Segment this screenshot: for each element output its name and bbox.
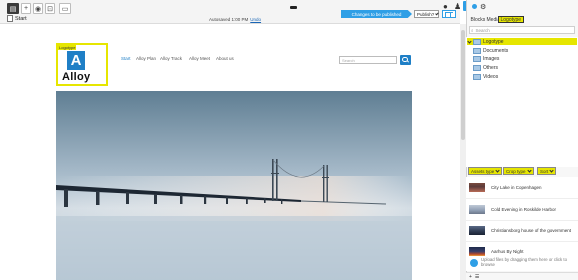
asset-label: Aarhus By Night — [491, 249, 524, 254]
asset-thumbnail — [469, 226, 485, 235]
undo-link[interactable]: Undo — [250, 17, 261, 22]
publish-button[interactable]: Publish? — [414, 10, 439, 18]
folder-icon — [473, 55, 481, 62]
logo-block[interactable]: Logotype A Alloy — [56, 43, 108, 86]
site-search-input[interactable]: Search — [339, 56, 397, 64]
tab-logotype[interactable]: Logotype — [498, 16, 524, 23]
asset-thumbnail — [469, 183, 485, 192]
drag-handle[interactable] — [290, 6, 297, 9]
publish-label: Publish? — [417, 11, 435, 17]
search-button[interactable] — [400, 55, 411, 65]
folder-icon — [473, 73, 481, 80]
cloud-upload-icon — [470, 259, 478, 267]
navigation-icon: ▤ — [9, 5, 17, 13]
filter-label: Crop type — [506, 168, 526, 174]
filter-label: Assets type — [471, 168, 495, 174]
tree-item-label: Videos — [483, 73, 499, 80]
gear-icon[interactable]: ⚙ — [480, 3, 486, 11]
hero-image[interactable] — [56, 91, 412, 280]
breadcrumb-label: Start — [15, 15, 27, 22]
nav-item-alloy-track[interactable]: Alloy Track — [160, 56, 182, 61]
logo-mark: A — [67, 51, 85, 70]
tree-item-documents[interactable]: Documents — [473, 47, 508, 54]
logo-block-tag: Logotype — [58, 45, 77, 50]
logo-wordmark: Alloy — [62, 71, 91, 83]
chevron-down-icon — [495, 168, 500, 173]
autosave-status: Autosaved 1:00 PM Undo — [209, 17, 261, 22]
changes-label: Changes to be published — [351, 11, 402, 17]
plus-icon: + — [23, 5, 29, 12]
asset-thumbnail — [469, 205, 485, 214]
eye-icon: ◉ — [34, 5, 42, 13]
view-toggle-button[interactable] — [442, 10, 456, 18]
chevron-down-icon — [435, 11, 439, 16]
upload-hint: Upload files by dragging them here or cl… — [481, 257, 567, 267]
chevron-down-icon — [467, 38, 472, 44]
pin-icon[interactable] — [472, 4, 477, 9]
tree-root-folder[interactable]: Logotype — [467, 38, 577, 45]
tree-item-images[interactable]: Images — [473, 55, 499, 62]
asset-thumbnail — [469, 247, 485, 256]
upload-dropzone[interactable]: Upload files by dragging them here or cl… — [466, 257, 578, 271]
compare-button[interactable]: ⊡ — [45, 3, 55, 14]
nav-item-alloy-meet[interactable]: Alloy Meet — [189, 56, 210, 61]
autosave-text: Autosaved 1:00 PM — [209, 17, 249, 22]
crop-type-filter[interactable]: Crop type — [503, 167, 534, 175]
toggle-navigation-button[interactable]: ▤ — [7, 3, 19, 14]
search-icon: ⌕ — [471, 27, 474, 33]
sort-filter[interactable]: Sort — [537, 167, 557, 175]
device-preview-button[interactable]: ▭ — [59, 3, 71, 14]
add-button[interactable]: + — [21, 3, 31, 14]
folder-icon — [473, 64, 481, 71]
breadcrumb[interactable]: Start — [7, 15, 27, 22]
nav-item-start[interactable]: Start — [121, 56, 131, 61]
list-item[interactable]: Cold Evening in Roskilde Harbor — [466, 199, 578, 221]
asset-label: City Lake in Copenhagen — [491, 185, 542, 190]
list-item[interactable]: City Lake in Copenhagen — [466, 177, 578, 199]
assets-type-filter[interactable]: Assets type — [468, 167, 503, 175]
tree-item-label: Others — [483, 64, 499, 71]
list-view-icon[interactable]: ☰ — [475, 274, 479, 280]
bridge-photo — [56, 91, 412, 280]
panel-search-input[interactable]: ⌕ Search — [469, 26, 575, 34]
tree-item-others[interactable]: Others — [473, 64, 498, 71]
asset-label: Christiansborg house of the government — [491, 228, 572, 233]
list-item[interactable]: Christiansborg house of the government — [466, 220, 578, 242]
nav-item-alloy-plan[interactable]: Alloy Plan — [136, 56, 156, 61]
filter-label: Sort — [540, 168, 549, 174]
add-icon[interactable]: + — [469, 274, 472, 280]
panel-footer: + ☰ — [466, 272, 578, 280]
tree-root-label: Logotype — [483, 38, 504, 45]
page-icon — [7, 15, 13, 22]
chevron-down-icon — [526, 168, 532, 173]
tree-item-label: Images — [483, 55, 500, 62]
chevron-down-icon — [549, 168, 554, 173]
compare-icon: ⊡ — [47, 5, 53, 13]
nav-item-about-us[interactable]: About us — [216, 56, 234, 61]
folder-icon — [473, 38, 481, 45]
asset-label: Cold Evening in Roskilde Harbor — [491, 207, 557, 212]
preview-button[interactable]: ◉ — [33, 3, 43, 14]
canvas-scrollbar-thumb[interactable] — [461, 30, 465, 140]
folder-icon — [473, 47, 481, 54]
panel-search-placeholder: Search — [475, 27, 490, 33]
tree-item-videos[interactable]: Videos — [473, 73, 498, 80]
changes-to-publish-button[interactable]: Changes to be published — [341, 10, 412, 18]
monitor-icon: ▭ — [61, 5, 69, 13]
tree-item-label: Documents — [483, 47, 509, 54]
